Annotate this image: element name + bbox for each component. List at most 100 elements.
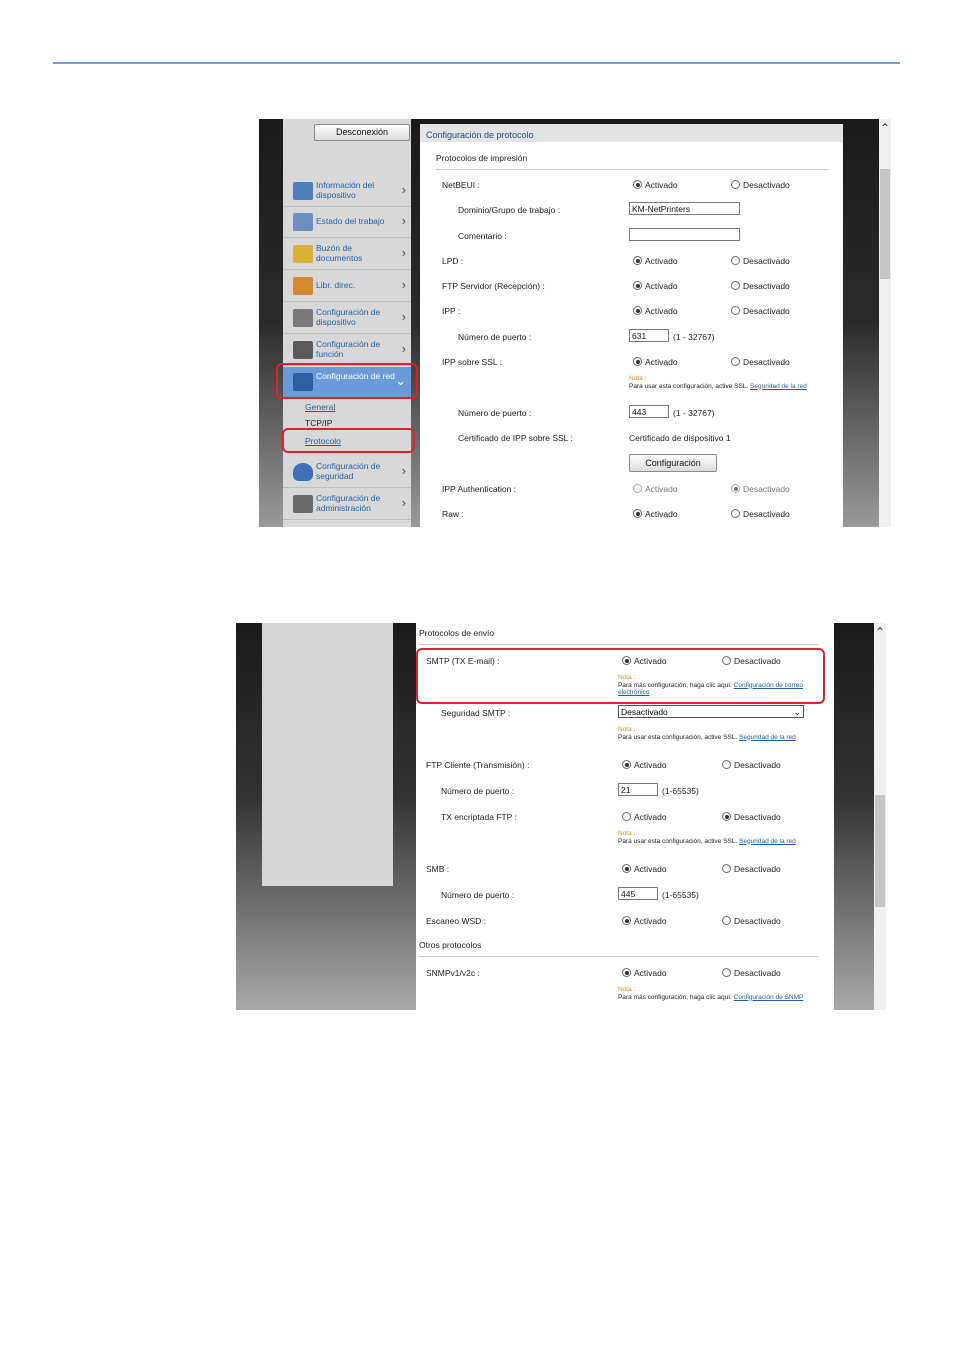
network-security-link[interactable]: Seguridad de la red: [750, 383, 807, 390]
netbeui-label: NetBEUI :: [442, 180, 480, 190]
section-other-title: Otros protocolos: [419, 940, 482, 950]
address-book-icon: [293, 277, 313, 295]
scroll-up-icon[interactable]: ⌃: [874, 625, 886, 639]
smb-off[interactable]: Desactivado: [722, 864, 781, 874]
page-title: Configuración de protocolo: [420, 124, 843, 142]
snmp-settings-link[interactable]: Configuración de SNMP: [734, 994, 804, 1001]
raw-on[interactable]: Activado: [633, 509, 678, 519]
sidebar: Desconexión Información del dispositivo …: [283, 119, 411, 527]
ftp-encrypted-off[interactable]: Desactivado: [722, 812, 781, 822]
nav-label: Configuración de seguridad: [316, 461, 381, 481]
smb-label: SMB :: [426, 864, 450, 874]
domain-input[interactable]: KM-NetPrinters: [629, 202, 740, 215]
ssl-port-input[interactable]: 443: [629, 405, 669, 418]
nav-label: Estado del trabajo: [316, 216, 385, 226]
ipp-ssl-on[interactable]: Activado: [633, 357, 678, 367]
ipp-port-input[interactable]: 631: [629, 329, 669, 342]
lpd-off[interactable]: Desactivado: [731, 256, 790, 266]
smb-port-input[interactable]: 445: [618, 887, 658, 900]
device-settings-icon: [293, 309, 313, 327]
top-rule: [53, 62, 900, 64]
smb-port-range: (1-65535): [662, 890, 699, 900]
chevron-right-icon: ›: [401, 309, 406, 324]
smtp-ssl-note: Nota : Para usar esta configuración, acti…: [618, 726, 796, 741]
ipp-on[interactable]: Activado: [633, 306, 678, 316]
ftp-client-on[interactable]: Activado: [622, 760, 667, 770]
highlight-protocol: [282, 428, 415, 453]
nav-label: Configuración de administración: [316, 493, 381, 513]
nav-label: Información del dispositivo: [316, 180, 375, 200]
network-security-link[interactable]: Seguridad de la red: [739, 838, 796, 845]
nav-item-device-settings[interactable]: Configuración de dispositivo ›: [283, 303, 411, 334]
ipp-off[interactable]: Desactivado: [731, 306, 790, 316]
cert-label: Certificado de IPP sobre SSL :: [458, 433, 573, 443]
smb-port-label: Número de puerto :: [441, 890, 515, 900]
nav-item-admin-settings[interactable]: Configuración de administración ›: [283, 489, 411, 520]
subnav-general[interactable]: General: [305, 402, 335, 412]
nav-item-document-box[interactable]: Buzón de documentos ›: [283, 239, 411, 270]
function-settings-icon: [293, 341, 313, 359]
info-device-icon: [293, 182, 313, 200]
ftp-client-label: FTP Cliente (Transmisión) :: [426, 760, 530, 770]
divider: [436, 169, 829, 170]
protocol-settings-panel: Configuración de protocolo Protocolos de…: [420, 124, 843, 527]
document-box-icon: [293, 245, 313, 263]
domain-label: Dominio/Grupo de trabajo :: [458, 205, 561, 215]
security-settings-icon: [293, 463, 313, 481]
chevron-right-icon: ›: [401, 341, 406, 356]
raw-off[interactable]: Desactivado: [731, 509, 790, 519]
ftp-server-on[interactable]: Activado: [633, 281, 678, 291]
ftp-server-off[interactable]: Desactivado: [731, 281, 790, 291]
ssl-port-range: (1 - 32767): [673, 408, 715, 418]
snmp-note: Nota : Para más configuración, haga clic …: [618, 986, 804, 1001]
scrollbar[interactable]: ⌃: [874, 623, 886, 1010]
ftp-encrypted-on[interactable]: Activado: [622, 812, 667, 822]
ftp-encrypted-label: TX encriptada FTP :: [441, 812, 517, 822]
configuration-button[interactable]: Configuración: [629, 454, 717, 472]
wsd-scan-on[interactable]: Activado: [622, 916, 667, 926]
ipp-ssl-label: IPP sobre SSL :: [442, 357, 503, 367]
scrollbar[interactable]: ⌃: [879, 119, 891, 527]
snmp-off[interactable]: Desactivado: [722, 968, 781, 978]
nav-item-security-settings[interactable]: Configuración de seguridad ›: [283, 457, 411, 488]
cert-value: Certificado de dispositivo 1: [629, 433, 731, 443]
nav-item-job-status[interactable]: Estado del trabajo ›: [283, 207, 411, 238]
ftp-port-range: (1-65535): [662, 786, 699, 796]
ipp-auth-off[interactable]: Desactivado: [731, 484, 790, 494]
ipp-auth-on[interactable]: Activado: [633, 484, 678, 494]
ftp-port-input[interactable]: 21: [618, 783, 658, 796]
scroll-up-icon[interactable]: ⌃: [879, 121, 891, 135]
nav-item-address-book[interactable]: Libr. direc. ›: [283, 271, 411, 302]
snmp-on[interactable]: Activado: [622, 968, 667, 978]
sidebar: [262, 623, 393, 886]
ipp-ssl-off[interactable]: Desactivado: [731, 357, 790, 367]
raw-label: Raw :: [442, 509, 464, 519]
ftp-client-off[interactable]: Desactivado: [722, 760, 781, 770]
nav-label: Buzón de documentos: [316, 243, 363, 263]
section-title: Protocolos de impresión: [436, 153, 528, 163]
nav-label: Configuración de dispositivo: [316, 307, 381, 327]
lpd-on[interactable]: Activado: [633, 256, 678, 266]
netbeui-on[interactable]: Activado: [633, 180, 678, 190]
wsd-scan-off[interactable]: Desactivado: [722, 916, 781, 926]
highlight-smtp: [416, 648, 825, 704]
scroll-thumb[interactable]: [880, 169, 890, 279]
netbeui-off[interactable]: Desactivado: [731, 180, 790, 190]
scroll-thumb[interactable]: [875, 795, 885, 907]
job-status-icon: [293, 213, 313, 231]
comment-input[interactable]: [629, 228, 740, 241]
nav-item-device-info[interactable]: Información del dispositivo ›: [283, 176, 411, 207]
ftp-ssl-note: Nota : Para usar esta configuración, acti…: [618, 830, 796, 845]
network-security-link[interactable]: Seguridad de la red: [739, 734, 796, 741]
smtp-security-select[interactable]: Desactivado ⌄: [618, 705, 804, 718]
chevron-right-icon: ›: [401, 245, 406, 260]
subnav-tcpip[interactable]: TCP/IP: [305, 418, 332, 428]
chevron-right-icon: ›: [401, 182, 406, 197]
logout-button[interactable]: Desconexión: [314, 124, 410, 141]
ssl-port-label: Número de puerto :: [458, 408, 532, 418]
ftp-server-label: FTP Servidor (Recepción) :: [442, 281, 545, 291]
nav-item-function-settings[interactable]: Configuración de función ›: [283, 335, 411, 366]
smb-on[interactable]: Activado: [622, 864, 667, 874]
ipp-auth-label: IPP Authentication :: [442, 484, 517, 494]
chevron-down-icon: ⌄: [793, 707, 801, 717]
